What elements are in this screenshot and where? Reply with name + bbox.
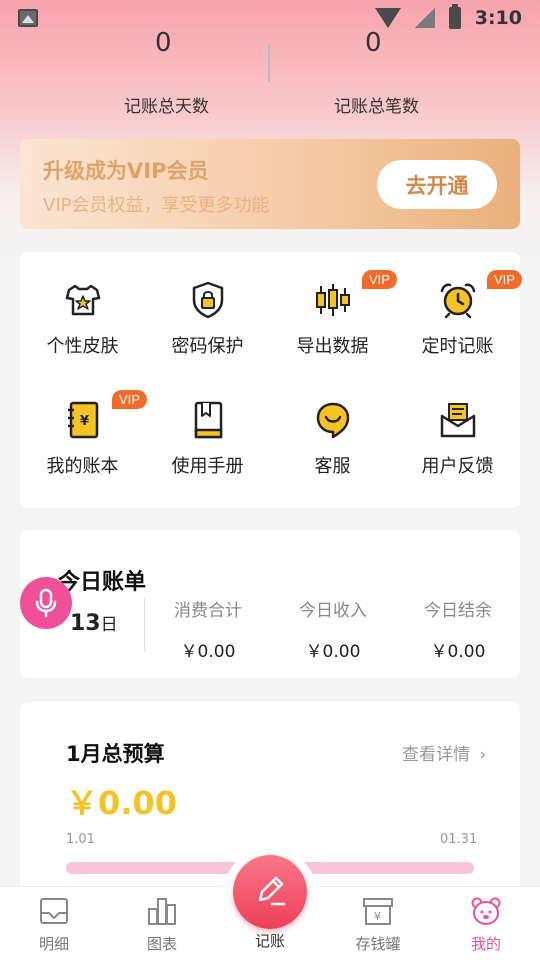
stats-divider bbox=[268, 44, 270, 82]
feature-feedback[interactable]: 用户反馈 bbox=[395, 400, 520, 478]
balance-total: 今日结余 ￥0.00 bbox=[398, 596, 518, 662]
nav-item-chart[interactable]: 图表 bbox=[108, 887, 216, 960]
feature-manual[interactable]: 使用手册 bbox=[145, 400, 270, 478]
svg-text:¥: ¥ bbox=[374, 910, 381, 923]
vip-badge: VIP bbox=[112, 390, 147, 409]
status-bar: 3:10 bbox=[0, 0, 540, 36]
feature-ledger[interactable]: ¥ VIP 我的账本 bbox=[20, 390, 147, 478]
bear-profile-icon bbox=[470, 895, 502, 927]
today-day-unit: 日 bbox=[100, 615, 118, 635]
total-count-label: 记账总笔数 bbox=[334, 97, 419, 117]
balance-total-label: 今日结余 bbox=[424, 601, 492, 621]
voice-input-button[interactable] bbox=[20, 577, 72, 629]
shield-lock-icon bbox=[188, 280, 228, 320]
total-count-value: 0 bbox=[365, 28, 382, 58]
pen-edit-icon bbox=[258, 876, 286, 906]
battery-charging-icon bbox=[448, 4, 461, 29]
image-notification-icon bbox=[18, 9, 38, 27]
budget-end-date: 01.31 bbox=[440, 832, 478, 847]
feature-skin[interactable]: 个性皮肤 bbox=[20, 280, 145, 358]
nav-label-detail: 明细 bbox=[38, 935, 69, 953]
ledger-book-icon: ¥ bbox=[63, 400, 103, 440]
vip-banner-subtitle: VIP会员权益，享受更多功能 bbox=[43, 195, 270, 216]
nav-item-detail[interactable]: 明细 bbox=[0, 887, 108, 960]
smile-chat-icon bbox=[313, 400, 353, 440]
today-day-number: 13 bbox=[70, 611, 101, 636]
expense-total-label: 消费合计 bbox=[174, 601, 242, 621]
status-time: 3:10 bbox=[474, 7, 522, 29]
feature-ledger-label: 我的账本 bbox=[46, 456, 119, 477]
today-bill-card[interactable]: 今日账单 13日 消费合计 ￥0.00 今日收入 ￥0.00 今日结余 ￥0.0… bbox=[20, 530, 520, 678]
feature-service-label: 客服 bbox=[314, 456, 351, 477]
activate-vip-button[interactable]: 去开通 bbox=[377, 160, 497, 209]
vip-badge: VIP bbox=[487, 270, 522, 289]
bar-chart-icon bbox=[146, 895, 178, 927]
income-total-value: ￥0.00 bbox=[305, 642, 361, 662]
feature-feedback-label: 用户反馈 bbox=[421, 456, 494, 477]
bill-divider bbox=[144, 598, 145, 652]
feature-password-label: 密码保护 bbox=[171, 336, 244, 357]
budget-start-date: 1.01 bbox=[66, 832, 95, 847]
today-date: 13日 bbox=[70, 610, 118, 636]
income-total: 今日收入 ￥0.00 bbox=[273, 596, 393, 662]
nav-item-profile[interactable]: 我的 bbox=[432, 887, 540, 960]
budget-title: 1月总预算 bbox=[66, 742, 165, 766]
no-signal-icon bbox=[414, 8, 435, 28]
feature-password[interactable]: 密码保护 bbox=[145, 280, 270, 358]
view-details-link[interactable]: 查看详情 › bbox=[402, 740, 486, 765]
feature-scheduled-label: 定时记账 bbox=[421, 336, 494, 357]
manual-book-icon bbox=[188, 400, 228, 440]
alarm-clock-icon bbox=[438, 280, 478, 320]
budget-amount: ￥0.00 bbox=[66, 784, 177, 822]
balance-total-value: ￥0.00 bbox=[430, 642, 486, 662]
total-days-label: 记账总天数 bbox=[124, 97, 209, 117]
detail-list-icon bbox=[38, 895, 70, 927]
income-total-label: 今日收入 bbox=[299, 601, 367, 621]
shirt-star-icon bbox=[63, 280, 103, 320]
nav-label-profile: 我的 bbox=[470, 935, 501, 953]
feature-scheduled[interactable]: VIP 定时记账 bbox=[395, 270, 522, 358]
record-button[interactable] bbox=[233, 855, 307, 929]
vip-banner-title: 升级成为VIP会员 bbox=[43, 159, 209, 183]
feature-export-label: 导出数据 bbox=[296, 336, 369, 357]
feature-skin-label: 个性皮肤 bbox=[46, 336, 119, 357]
feature-manual-label: 使用手册 bbox=[171, 456, 244, 477]
today-bill-title: 今日账单 bbox=[58, 570, 147, 595]
view-details-label: 查看详情 bbox=[402, 745, 470, 765]
feature-export[interactable]: VIP 导出数据 bbox=[270, 270, 397, 358]
vip-badge: VIP bbox=[362, 270, 397, 289]
envelope-icon bbox=[438, 400, 478, 440]
nav-item-savings[interactable]: ¥ 存钱罐 bbox=[324, 887, 432, 960]
expense-total-value: ￥0.00 bbox=[180, 642, 236, 662]
saving-box-icon: ¥ bbox=[362, 895, 394, 927]
nav-label-chart: 图表 bbox=[146, 935, 177, 953]
wifi-icon bbox=[374, 8, 401, 28]
total-days-value: 0 bbox=[155, 28, 172, 58]
expense-total: 消费合计 ￥0.00 bbox=[148, 596, 268, 662]
feature-grid-card: 个性皮肤 密码保护 VIP 导出数据 VIP 定时记账 ¥ VIP 我的账本 使… bbox=[20, 252, 522, 508]
microphone-icon bbox=[35, 588, 57, 618]
feature-service[interactable]: 客服 bbox=[270, 400, 395, 478]
svg-text:¥: ¥ bbox=[80, 414, 89, 429]
chevron-right-icon: › bbox=[479, 745, 487, 765]
candlestick-chart-icon bbox=[313, 280, 353, 320]
nav-label-savings: 存钱罐 bbox=[355, 935, 401, 953]
vip-upgrade-banner[interactable]: 升级成为VIP会员 VIP会员权益，享受更多功能 去开通 bbox=[20, 139, 520, 229]
nav-label-record[interactable]: 记账 bbox=[222, 930, 318, 951]
